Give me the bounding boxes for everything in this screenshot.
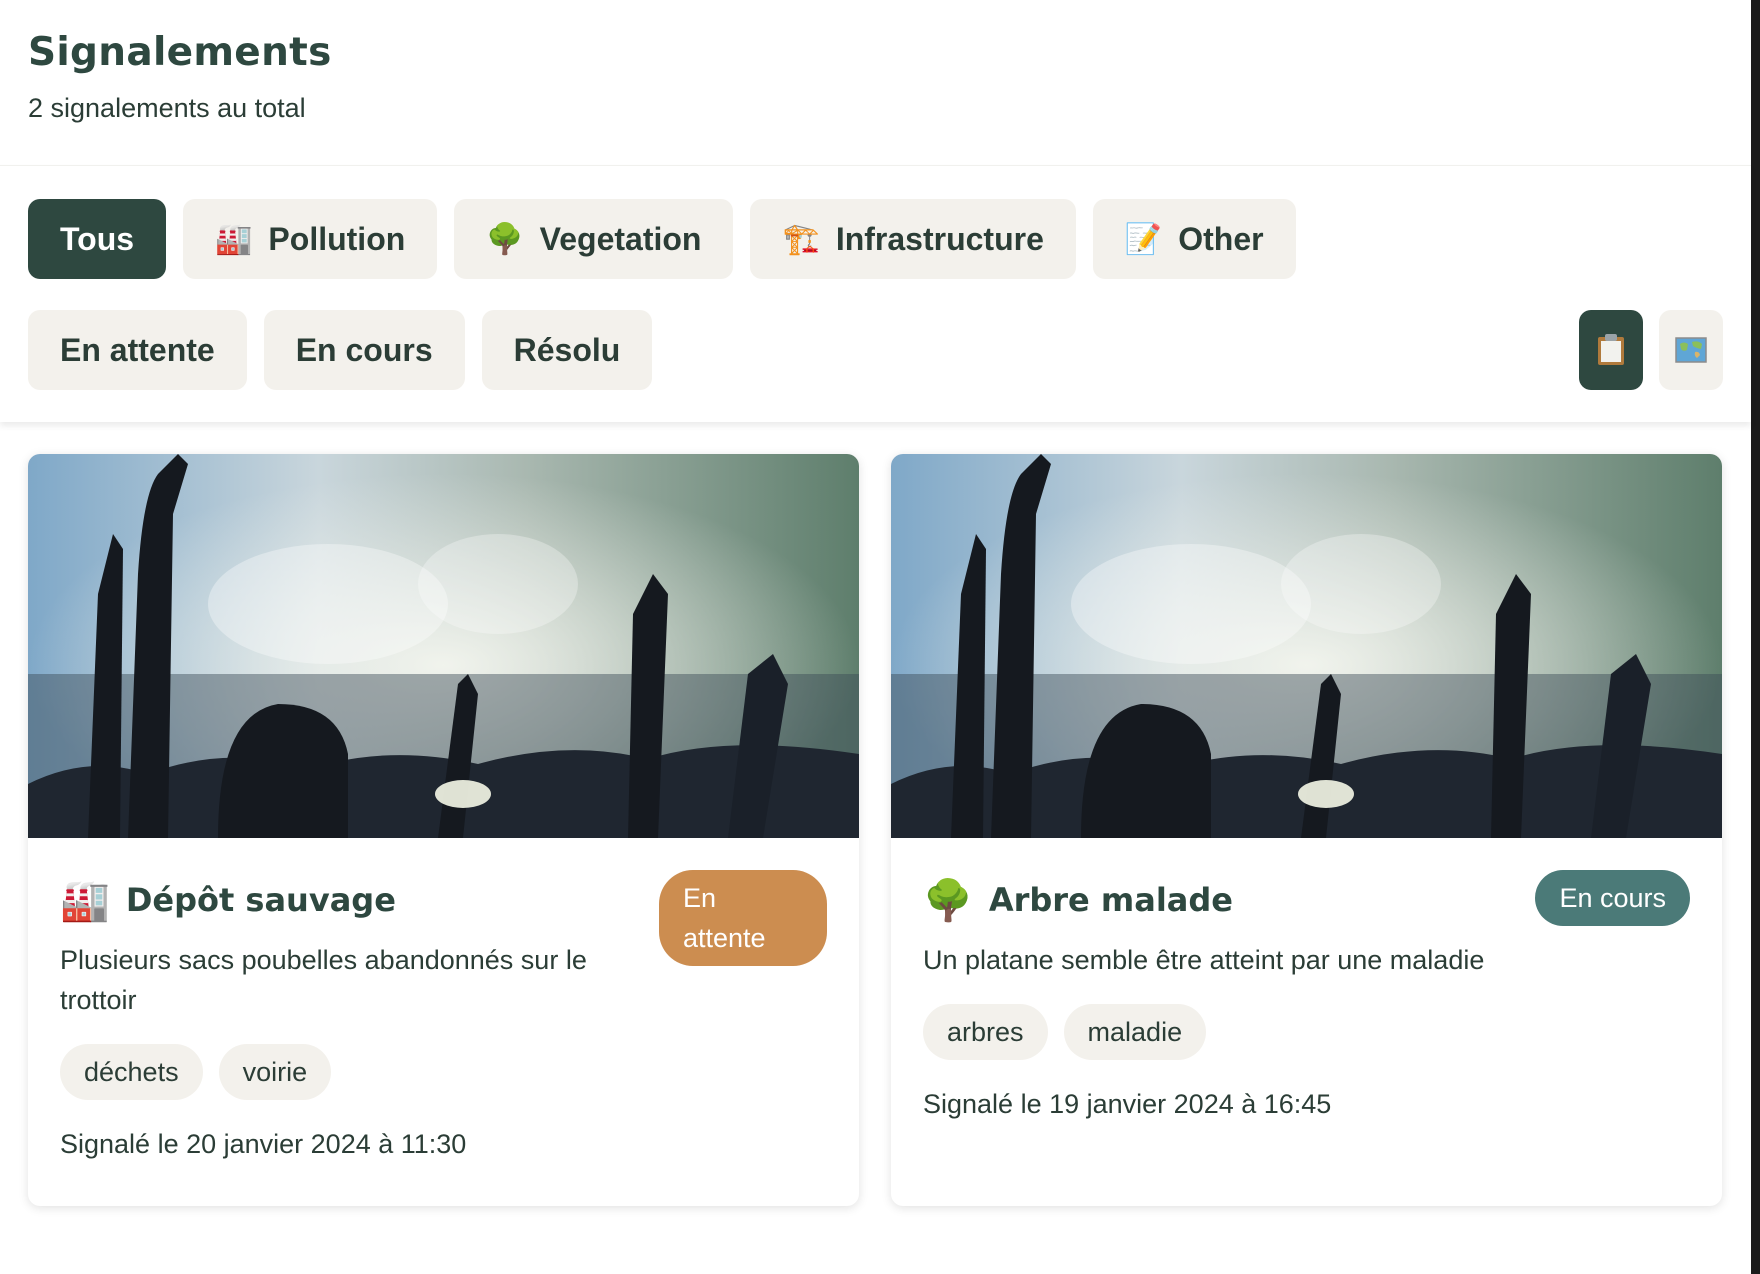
status-filters: En attente En cours Résolu — [28, 310, 653, 390]
factory-icon: 🏭 — [215, 222, 253, 256]
status-filter-en-attente[interactable]: En attente — [28, 310, 247, 390]
tag-chip: voirie — [218, 1044, 332, 1100]
filter-chip-tous[interactable]: Tous — [28, 199, 167, 279]
filter-chip-label: Tous — [60, 220, 135, 257]
factory-icon: 🏭 — [60, 878, 110, 923]
memo-icon: 📝 — [1124, 222, 1163, 256]
status-filter-resolu[interactable]: Résolu — [481, 310, 653, 390]
report-date: Signalé le 19 janvier 2024 à 16:45 — [923, 1089, 1332, 1119]
report-photo — [28, 454, 859, 838]
report-tags: déchets voirie — [60, 1044, 827, 1100]
window-edge — [1751, 0, 1760, 1274]
report-card[interactable]: 🏭 Dépôt sauvage En attente Plusieurs sac… — [28, 454, 859, 1206]
filter-chip-label: Other — [1178, 220, 1264, 257]
status-filter-label: En attente — [60, 331, 215, 368]
page-header: Signalements 2 signalements au total — [28, 30, 332, 124]
status-filter-en-cours[interactable]: En cours — [263, 310, 465, 390]
clipboard-icon — [1598, 334, 1624, 365]
report-tags: arbres maladie — [923, 1004, 1690, 1060]
report-count: 2 signalements au total — [28, 93, 306, 123]
status-filter-label: En cours — [295, 331, 433, 368]
status-badge: En cours — [1535, 870, 1690, 926]
report-card-body: 🌳 Arbre malade En cours Un platane sembl… — [891, 838, 1722, 1124]
status-filter-label: Résolu — [513, 331, 621, 368]
report-photo — [891, 454, 1722, 838]
report-card-body: 🏭 Dépôt sauvage En attente Plusieurs sac… — [28, 838, 859, 1164]
tree-icon: 🌳 — [923, 878, 973, 923]
map-view-button[interactable] — [1659, 310, 1723, 390]
filter-chip-vegetation[interactable]: 🌳 Vegetation — [454, 199, 734, 279]
filter-bar: Tous 🏭 Pollution 🌳 Vegetation 🏗️ Infrast… — [0, 165, 1751, 422]
construction-crane-icon: 🏗️ — [782, 222, 820, 256]
filter-chip-label: Pollution — [268, 220, 406, 257]
tag-chip: déchets — [60, 1044, 203, 1100]
tag-chip: maladie — [1063, 1004, 1207, 1060]
filter-chip-infrastructure[interactable]: 🏗️ Infrastructure — [750, 199, 1076, 279]
status-badge: En attente — [659, 870, 827, 966]
list-view-button[interactable] — [1579, 310, 1643, 390]
report-list: 🏭 Dépôt sauvage En attente Plusieurs sac… — [28, 454, 1722, 1206]
report-date: Signalé le 20 janvier 2024 à 11:30 — [60, 1129, 467, 1159]
filter-chip-pollution[interactable]: 🏭 Pollution — [183, 199, 438, 279]
filter-chip-other[interactable]: 📝 Other — [1092, 199, 1296, 279]
report-card[interactable]: 🌳 Arbre malade En cours Un platane sembl… — [891, 454, 1722, 1206]
world-map-icon — [1675, 337, 1707, 363]
page-title: Signalements — [28, 30, 332, 75]
report-title: Arbre malade — [988, 881, 1233, 919]
tag-chip: arbres — [923, 1004, 1048, 1060]
filter-chip-label: Vegetation — [539, 220, 702, 257]
report-title: Dépôt sauvage — [125, 881, 396, 919]
view-toggle — [1579, 310, 1723, 390]
report-description: Un platane semble être atteint par une m… — [923, 945, 1485, 975]
tree-icon: 🌳 — [486, 222, 524, 256]
category-filters: Tous 🏭 Pollution 🌳 Vegetation 🏗️ Infrast… — [28, 199, 1296, 279]
filter-chip-label: Infrastructure — [835, 220, 1044, 257]
report-description: Plusieurs sacs poubelles abandonnés sur … — [60, 945, 587, 1015]
